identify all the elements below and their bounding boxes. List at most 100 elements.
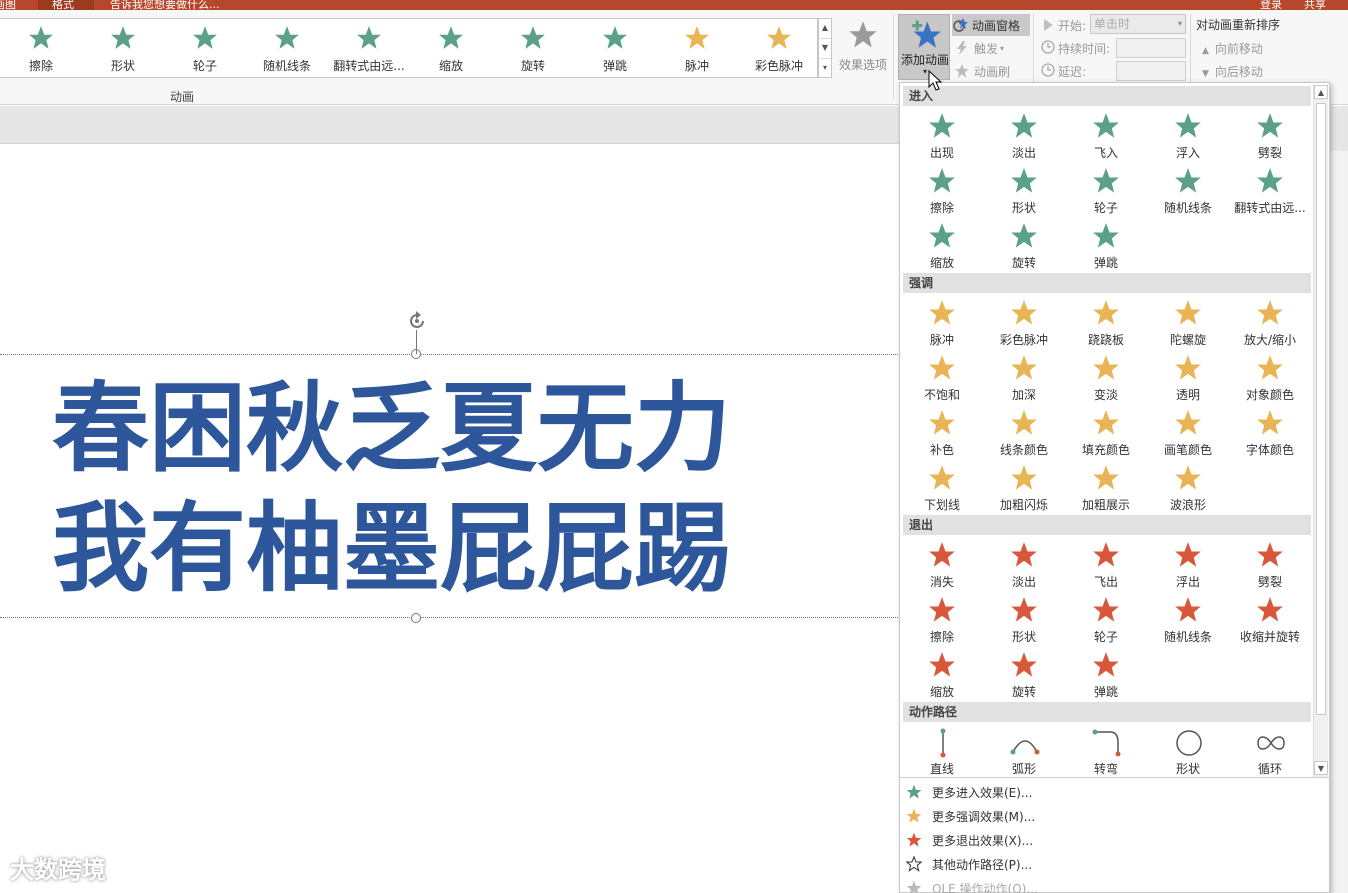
exit-item[interactable]: 劈裂 — [1229, 539, 1311, 591]
emphasis-item[interactable]: 脉冲 — [901, 297, 983, 349]
scroll-down-arrow[interactable]: ▼ — [1314, 761, 1328, 775]
gallery-down-arrow[interactable]: ▼ — [819, 39, 831, 59]
effect-label: 擦除 — [929, 201, 954, 215]
star-icon — [1011, 168, 1037, 193]
slide-text-line2[interactable]: 我有柚墨屁屁踢 — [52, 494, 731, 604]
gallery-item[interactable]: 轮子 — [164, 19, 246, 77]
emphasis-item[interactable]: 加粗闪烁 — [983, 462, 1065, 514]
star-icon — [1011, 652, 1037, 677]
exit-item[interactable]: 淡出 — [983, 539, 1065, 591]
entrance-item[interactable]: 出现 — [901, 110, 983, 162]
exit-item[interactable]: 浮出 — [1147, 539, 1229, 591]
emphasis-item[interactable]: 透明 — [1147, 352, 1229, 404]
more-effects-label: 更多进入效果(E)... — [932, 785, 1033, 800]
trigger-button[interactable]: 触发 ▾ — [954, 37, 1004, 59]
animation-painter-button[interactable]: 动画刷 — [954, 60, 1010, 82]
entrance-item[interactable]: 劈裂 — [1229, 110, 1311, 162]
add-animation-dropdown: ▲ ▼ 进入 出现 淡出 飞入 浮入 劈裂 擦除 形状 轮子 随机线条 翻转式由远... 缩放 旋转 弹跳… — [899, 82, 1330, 893]
motion-path-item[interactable]: 弧形 — [983, 726, 1065, 778]
entrance-item[interactable]: 擦除 — [901, 165, 983, 217]
motion-path-item[interactable]: 直线 — [901, 726, 983, 778]
gallery-item[interactable]: 擦除 — [0, 19, 82, 77]
emphasis-item[interactable]: 陀螺旋 — [1147, 297, 1229, 349]
gallery-item[interactable]: 彩色脉冲 — [738, 19, 820, 77]
gallery-item[interactable]: 形状 — [82, 19, 164, 77]
dropdown-scrollbar[interactable]: ▲ ▼ — [1313, 85, 1328, 777]
move-later-button[interactable]: ▼ 向后移动 — [1202, 63, 1263, 80]
exit-item[interactable]: 随机线条 — [1147, 594, 1229, 646]
motion-path-item[interactable]: 形状 — [1147, 726, 1229, 778]
star-icon — [1011, 465, 1037, 490]
star-icon — [1011, 300, 1037, 325]
emphasis-item[interactable]: 不饱和 — [901, 352, 983, 404]
gallery-item[interactable]: 缩放 — [410, 19, 492, 77]
exit-item[interactable]: 飞出 — [1065, 539, 1147, 591]
more-effects-item[interactable]: 更多退出效果(X)... — [906, 829, 1033, 851]
gallery-item[interactable]: 翻转式由远... — [328, 19, 410, 77]
more-effects-item[interactable]: 更多进入效果(E)... — [906, 781, 1032, 803]
entrance-item[interactable]: 随机线条 — [1147, 165, 1229, 217]
exit-item[interactable]: 形状 — [983, 594, 1065, 646]
emphasis-item[interactable]: 填充颜色 — [1065, 407, 1147, 459]
animation-pane-button[interactable]: 动画窗格 — [952, 14, 1030, 36]
duration-input[interactable] — [1116, 38, 1186, 58]
emphasis-item[interactable]: 加深 — [983, 352, 1065, 404]
title-bar: 画图 格式 告诉我您想要做什么... 登录 共享 — [0, 0, 1348, 11]
motion-path-item[interactable]: 循环 — [1229, 726, 1311, 778]
emphasis-item[interactable]: 波浪形 — [1147, 462, 1229, 514]
more-effects-item[interactable]: 其他动作路径(P)... — [906, 853, 1032, 875]
delay-input[interactable] — [1116, 61, 1186, 81]
scroll-thumb[interactable] — [1316, 103, 1326, 715]
entrance-item[interactable]: 浮入 — [1147, 110, 1229, 162]
entrance-item[interactable]: 形状 — [983, 165, 1065, 217]
entrance-item[interactable]: 翻转式由远... — [1229, 165, 1311, 217]
emphasis-item[interactable]: 加粗展示 — [1065, 462, 1147, 514]
star-icon — [1257, 355, 1283, 380]
entrance-item[interactable]: 弹跳 — [1065, 220, 1147, 272]
emphasis-item[interactable]: 线条颜色 — [983, 407, 1065, 459]
gallery-scroll[interactable]: ▲ ▼ ▾ — [818, 18, 832, 78]
motion-path-item[interactable]: 转弯 — [1065, 726, 1147, 778]
star-icon — [603, 26, 627, 49]
emphasis-item[interactable]: 彩色脉冲 — [983, 297, 1065, 349]
effect-options-button[interactable]: 效果选项 — [836, 16, 890, 86]
emphasis-item[interactable]: 放大/缩小 — [1229, 297, 1311, 349]
entrance-item[interactable]: 飞入 — [1065, 110, 1147, 162]
more-effects-item[interactable]: OLE 操作动作(O)... — [906, 877, 1038, 893]
rotate-handle-icon[interactable] — [406, 310, 428, 332]
entrance-item[interactable]: 旋转 — [983, 220, 1065, 272]
exit-item[interactable]: 弹跳 — [1065, 649, 1147, 701]
emphasis-item[interactable]: 画笔颜色 — [1147, 407, 1229, 459]
emphasis-item[interactable]: 字体颜色 — [1229, 407, 1311, 459]
emphasis-item[interactable]: 对象颜色 — [1229, 352, 1311, 404]
more-effects-item[interactable]: 更多强调效果(M)... — [906, 805, 1035, 827]
effect-label: 循环 — [1257, 762, 1282, 776]
entrance-item[interactable]: 缩放 — [901, 220, 983, 272]
emphasis-item[interactable]: 变淡 — [1065, 352, 1147, 404]
move-earlier-button[interactable]: ▲ 向前移动 — [1202, 40, 1263, 57]
slide-text-line1[interactable]: 春困秋乏夏无力 — [52, 374, 731, 484]
emphasis-item[interactable]: 补色 — [901, 407, 983, 459]
gallery-item[interactable]: 弹跳 — [574, 19, 656, 77]
gallery-item[interactable]: 旋转 — [492, 19, 574, 77]
emphasis-item[interactable]: 跷跷板 — [1065, 297, 1147, 349]
gallery-item[interactable]: 脉冲 — [656, 19, 738, 77]
more-effects-label: 更多退出效果(X)... — [932, 833, 1034, 848]
effect-label: 填充颜色 — [1081, 443, 1130, 457]
exit-item[interactable]: 缩放 — [901, 649, 983, 701]
scroll-up-arrow[interactable]: ▲ — [1314, 85, 1328, 99]
entrance-item[interactable]: 淡出 — [983, 110, 1065, 162]
gallery-up-arrow[interactable]: ▲ — [819, 19, 831, 39]
add-animation-label: 添加动画 — [900, 53, 949, 67]
exit-item[interactable]: 消失 — [901, 539, 983, 591]
gallery-item[interactable]: 随机线条 — [246, 19, 328, 77]
exit-item[interactable]: 擦除 — [901, 594, 983, 646]
entrance-item[interactable]: 轮子 — [1065, 165, 1147, 217]
exit-item[interactable]: 旋转 — [983, 649, 1065, 701]
start-select[interactable]: 单击时 ▾ — [1090, 14, 1186, 34]
exit-item[interactable]: 收缩并旋转 — [1229, 594, 1311, 646]
exit-item[interactable]: 轮子 — [1065, 594, 1147, 646]
resize-handle-bottom[interactable] — [411, 613, 421, 623]
emphasis-item[interactable]: 下划线 — [901, 462, 983, 514]
gallery-more-arrow[interactable]: ▾ — [819, 59, 831, 79]
